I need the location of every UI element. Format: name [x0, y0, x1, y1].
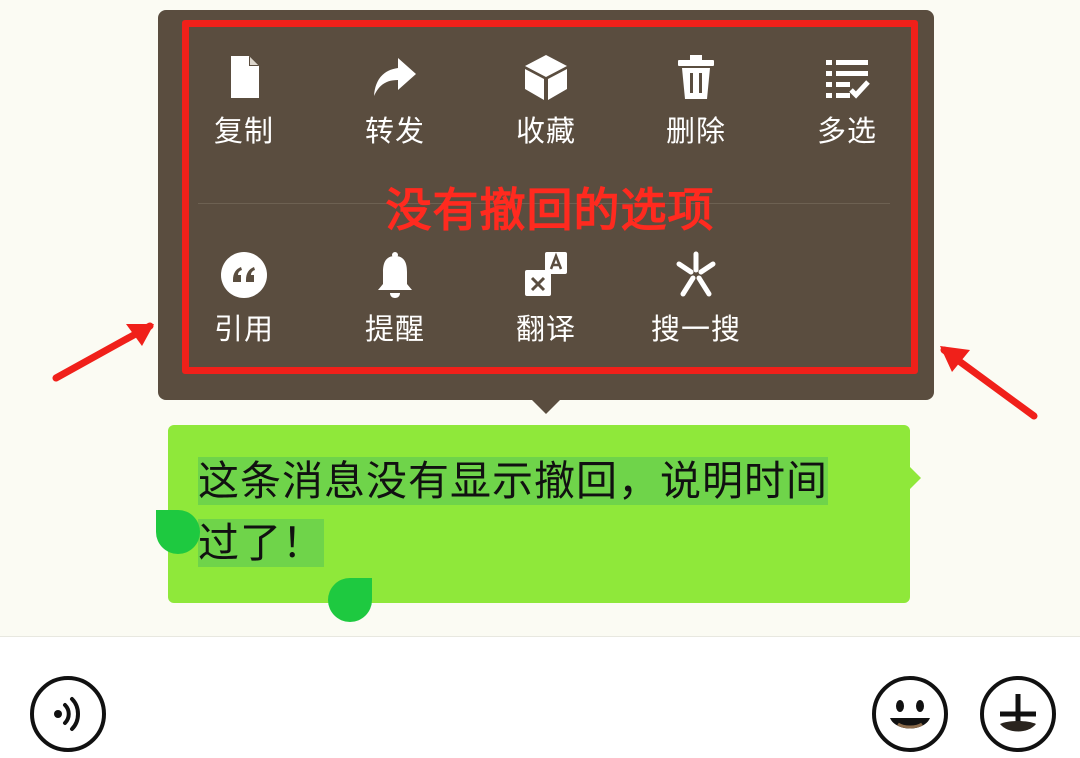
selection-handle-end[interactable]	[328, 578, 372, 622]
message-text[interactable]: 这条消息没有显示撤回，说明时间 过了！	[198, 450, 888, 574]
voice-icon	[54, 697, 80, 731]
message-line-1: 这条消息没有显示撤回，说明时间	[198, 457, 828, 505]
menu-pointer	[530, 398, 562, 414]
emoji-button[interactable]	[872, 676, 948, 752]
annotation-text: 没有撤回的选项	[385, 183, 715, 237]
annotation-arrow-left	[52, 322, 154, 382]
plus-button[interactable]	[980, 676, 1056, 752]
bubble-tail	[909, 466, 921, 490]
message-line-2: 过了！	[198, 519, 324, 567]
voice-button[interactable]	[30, 676, 106, 752]
plus-icon	[1000, 694, 1036, 732]
emoji-icon	[890, 700, 930, 729]
selection-handle-start[interactable]	[156, 510, 200, 554]
annotation-arrow-right	[940, 346, 1038, 420]
